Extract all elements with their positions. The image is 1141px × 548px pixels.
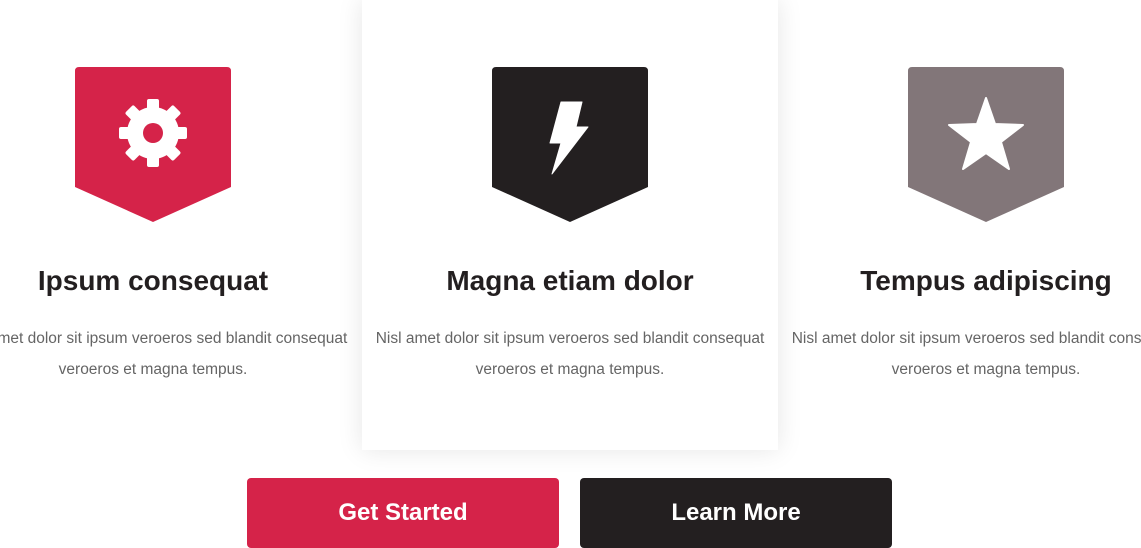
star-badge <box>908 67 1064 222</box>
feature-card-ipsum-consequat: Ipsum consequat Nisl amet dolor sit ipsu… <box>0 0 361 450</box>
feature-description: Nisl amet dolor sit ipsum veroeros sed b… <box>0 330 348 378</box>
gear-icon <box>119 99 187 167</box>
feature-title: Tempus adipiscing <box>860 265 1112 296</box>
gear-badge <box>75 67 231 222</box>
feature-card-magna-etiam-dolor: Magna etiam dolor Nisl amet dolor sit ip… <box>362 0 778 450</box>
feature-description: Nisl amet dolor sit ipsum veroeros sed b… <box>375 330 765 378</box>
features-section: Ipsum consequat Nisl amet dolor sit ipsu… <box>0 0 1141 548</box>
feature-title: Magna etiam dolor <box>446 265 694 296</box>
feature-card-tempus-adipiscing: Tempus adipiscing Nisl amet dolor sit ip… <box>778 0 1141 450</box>
feature-description: Nisl amet dolor sit ipsum veroeros sed b… <box>791 330 1141 378</box>
get-started-button[interactable]: Get Started <box>247 478 559 548</box>
feature-title: Ipsum consequat <box>37 265 269 296</box>
bolt-badge <box>492 67 648 222</box>
learn-more-button[interactable]: Learn More <box>580 478 892 548</box>
